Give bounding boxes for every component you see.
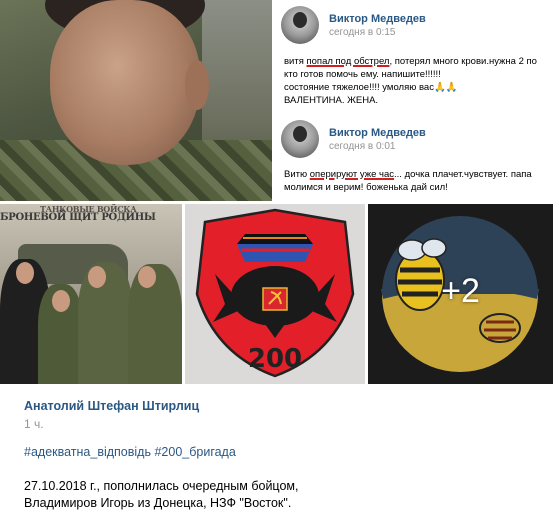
comment-time[interactable]: сегодня в 0:15 [329,27,395,38]
face [88,266,106,288]
post-author[interactable]: Анатолий Штефан Штирлиц [24,399,199,413]
photo-soldiers-group[interactable]: ТАНКОВЫЕ ВОЙСКА БРОНЕВОЙ ЩИТ РОДИНЫ [0,204,182,384]
photo-bee-emblem[interactable]: +2 [368,204,553,384]
comment-author[interactable]: Виктор Медведев [329,13,426,25]
comment-author[interactable]: Виктор Медведев [329,127,426,139]
photo-soldier-portrait[interactable] [0,0,272,201]
photo-emblem-200[interactable]: 200 [185,204,365,384]
banner-text: БРОНЕВОЙ ЩИТ РОДИНЫ [0,212,156,223]
photo-face [50,0,200,165]
post-hashtags: #адекватна_відповідь #200_бригада [24,445,236,459]
pray-emoji-icon: 🙏🙏 [433,82,458,93]
avatar[interactable] [281,120,319,158]
emblem-number: 200 [247,344,303,374]
face [138,266,156,288]
post-body-line: Владимиров Игорь из Донецка, НЗФ "Восток… [24,496,292,510]
wall-post: Анатолий Штефан Штирлиц 1 ч. #адекватна_… [0,384,553,512]
comment-time[interactable]: сегодня в 0:01 [329,141,395,152]
comment-item: Виктор Медведев сегодня в 0:01 Витю опер… [272,116,553,201]
face [52,290,70,312]
hashtag-link[interactable]: #200_бригада [154,445,235,459]
comment-text-line: витя попал под обстрел, потерял много кр… [284,56,537,67]
more-photos-count[interactable]: +2 [368,272,553,311]
underlined-phrase: попал под обстрел [306,56,390,67]
comment-text-line: молимся и верим! боженька дай сил! [284,182,448,193]
comment-text-line: Витю оперируют уже час... дочка плачет.ч… [284,169,532,180]
avatar[interactable] [281,6,319,44]
comment-text-line: состояние тяжелое!!!! умоляю вас🙏🙏 [284,82,458,93]
post-body-line: 27.10.2018 г., пополнилась очередным бой… [24,479,299,493]
post-body: 27.10.2018 г., пополнилась очередным бой… [24,478,298,512]
comment-item: Виктор Медведев сегодня в 0:15 витя попа… [272,0,553,118]
photo-ear [185,60,209,110]
comments-screenshot: Виктор Медведев сегодня в 0:15 витя попа… [272,0,553,201]
comment-text-line: кто готов помочь ему. напишите!!!!!! [284,69,441,80]
post-time[interactable]: 1 ч. [24,417,44,431]
hashtag-link[interactable]: #адекватна_відповідь [24,445,151,459]
face [16,262,34,284]
underlined-phrase: оперируют уже час [309,169,395,180]
comment-text-line: ВАЛЕНТИНА. ЖЕНА. [284,95,379,106]
